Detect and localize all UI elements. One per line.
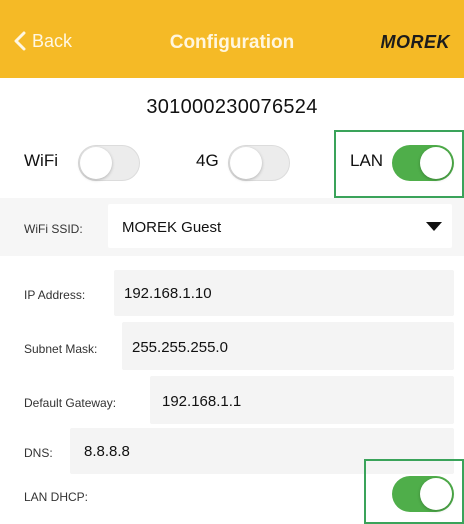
lan-label: LAN (350, 151, 384, 170)
ssid-label: WiFi SSID: (24, 222, 83, 236)
lan-toggle[interactable] (392, 145, 454, 181)
configuration-screen: Back Configuration MOREK 301000230076524… (0, 0, 464, 524)
brand-logo: MOREK (380, 32, 450, 52)
dns-value: 8.8.8.8 (84, 443, 130, 460)
subnet-label: Subnet Mask: (24, 342, 98, 356)
4g-toggle[interactable] (228, 145, 290, 181)
dhcp-label: LAN DHCP: (24, 490, 89, 504)
ssid-value: MOREK Guest (122, 219, 222, 236)
header-bar: Back Configuration MOREK (0, 0, 464, 78)
dhcp-toggle[interactable] (392, 476, 454, 512)
dns-label: DNS: (24, 446, 53, 460)
4g-label: 4G (196, 151, 219, 170)
toggle-knob (420, 478, 452, 510)
toggle-knob (230, 147, 262, 179)
subnet-value: 255.255.255.0 (132, 339, 228, 356)
gateway-label: Default Gateway: (24, 396, 117, 410)
chevron-down-icon (426, 222, 442, 231)
wifi-label: WiFi (24, 151, 58, 170)
toggle-knob (420, 147, 452, 179)
toggle-knob (80, 147, 112, 179)
device-serial: 301000230076524 (146, 96, 318, 118)
gateway-value: 192.168.1.1 (162, 393, 242, 410)
ip-label: IP Address: (24, 288, 86, 302)
ip-value: 192.168.1.10 (124, 285, 212, 302)
wifi-toggle[interactable] (78, 145, 140, 181)
